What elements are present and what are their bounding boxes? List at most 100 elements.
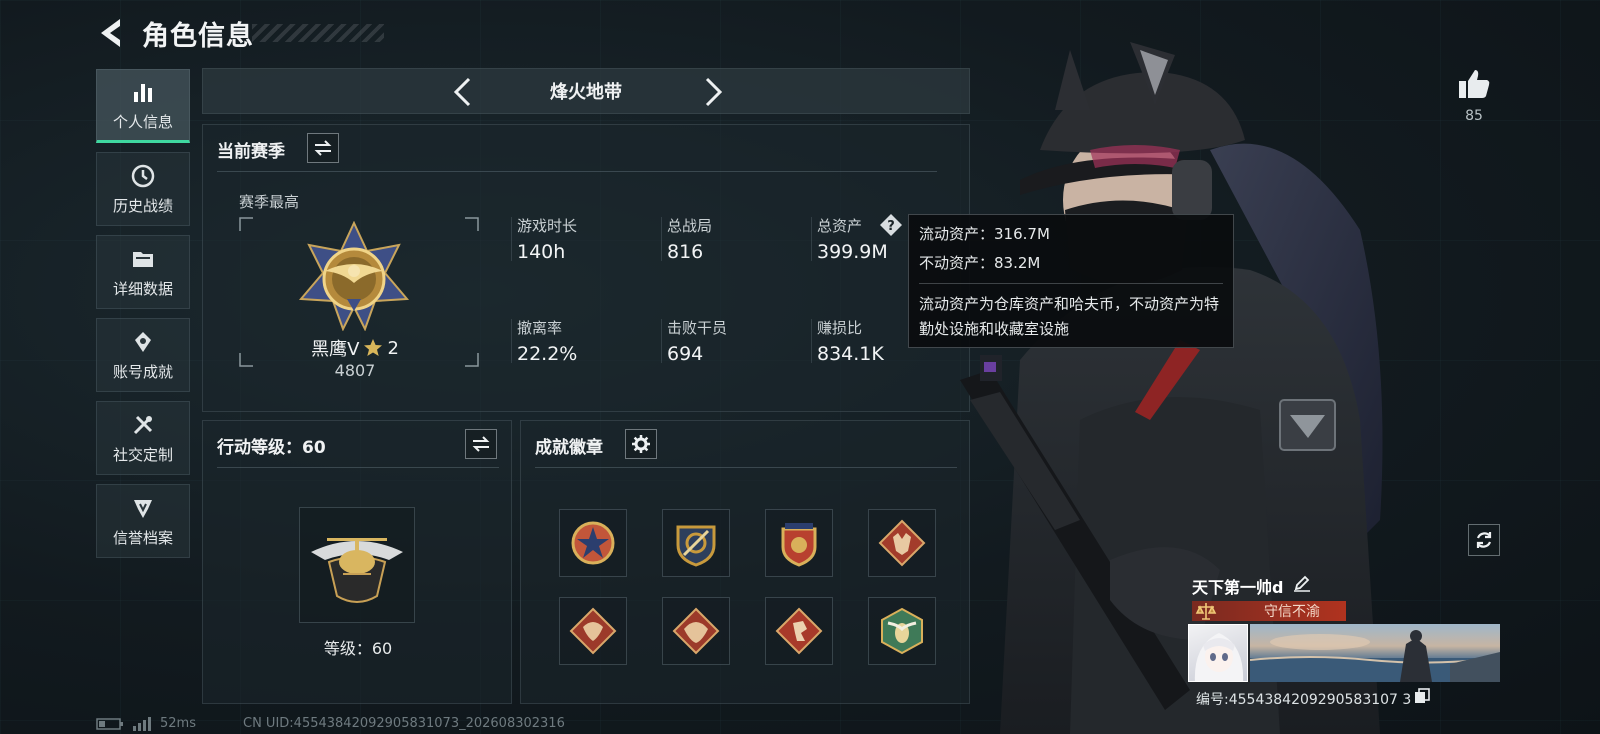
badge-slot[interactable] <box>662 509 730 577</box>
gear-icon <box>632 435 650 453</box>
folder-icon <box>133 251 153 267</box>
stat-label-extract-rate: 撤离率 <box>517 319 563 337</box>
nav-label: 社交定制 <box>112 445 173 464</box>
season-switch-button[interactable] <box>307 133 339 163</box>
nav-label: 详细数据 <box>112 279 173 298</box>
divider <box>811 319 812 363</box>
badge-slot[interactable] <box>662 597 730 665</box>
banner-seaside-image <box>1250 630 1500 682</box>
help-icon[interactable]: ? <box>879 213 903 237</box>
stat-label-playtime: 游戏时长 <box>517 217 578 235</box>
season-heading: 当前赛季 <box>217 142 285 162</box>
avatar[interactable] <box>1188 624 1248 682</box>
swap-icon <box>472 436 490 452</box>
stat-value-kills: 694 <box>667 343 704 365</box>
edit-pencil-icon[interactable] <box>1293 574 1311 592</box>
level-emblem-frame <box>299 507 415 623</box>
season-best-label: 赛季最高 <box>239 193 300 211</box>
ping-value: 52ms <box>160 716 196 731</box>
badge-slot[interactable] <box>765 509 833 577</box>
chevron-left-icon[interactable] <box>447 75 481 109</box>
title-decoration <box>252 24 384 42</box>
profile-banner <box>1250 624 1500 682</box>
cn-uid: CN UID:45543842092905831073_202608302316 <box>243 716 565 731</box>
refresh-button[interactable] <box>1468 524 1500 556</box>
badge-slot[interactable] <box>868 597 936 665</box>
chevron-right-icon[interactable] <box>695 75 729 109</box>
credit-icon <box>134 499 152 518</box>
star-icon <box>364 339 383 356</box>
badge-slot[interactable] <box>765 597 833 665</box>
target-shield-badge-icon <box>676 525 716 567</box>
dragon-badge-icon <box>569 607 617 655</box>
stat-value-assets: 399.9M <box>817 241 888 263</box>
wasp-badge-icon <box>881 607 923 655</box>
nav-item-personal-info[interactable]: 个人信息 <box>96 69 190 143</box>
stat-value-playtime: 140h <box>517 241 566 263</box>
rank-stars: 2 <box>387 337 399 359</box>
status-bar: 52ms <box>96 716 196 731</box>
nav-item-credit[interactable]: 信誉档案 <box>96 484 190 558</box>
season-panel: 当前赛季 赛季最高 黑鹰V 2 4807 游戏时长 140h 总战局 816 总… <box>202 124 970 412</box>
refresh-icon <box>1476 532 1492 548</box>
nav-item-social[interactable]: 社交定制 <box>96 401 190 475</box>
bar-chart-icon <box>134 83 152 102</box>
scale-icon <box>1195 603 1217 620</box>
divider <box>511 217 512 261</box>
nav-label: 历史战绩 <box>112 196 173 215</box>
tooltip-liquid-assets: 流动资产：316.7M <box>919 225 1050 243</box>
player-name: 天下第一帅d <box>1192 578 1284 597</box>
signal-icon <box>133 716 151 731</box>
badge-slot[interactable] <box>559 509 627 577</box>
wing-shield-badge-icon <box>781 523 817 567</box>
history-icon <box>131 164 155 187</box>
stat-value-extract-rate: 22.2% <box>517 343 578 365</box>
action-level-panel: 行动等级：60 等级：60 <box>202 420 512 704</box>
action-level-switch-button[interactable] <box>465 429 497 459</box>
back-arrow-icon[interactable] <box>96 16 126 50</box>
tooltip-fixed-assets: 不动资产：83.2M <box>919 254 1041 272</box>
nav-label: 信誉档案 <box>112 528 173 547</box>
runner-badge-icon <box>775 607 823 655</box>
nav-label: 账号成就 <box>112 362 173 381</box>
divider <box>217 171 937 172</box>
divider <box>217 467 499 468</box>
tooltip-description: 流动资产为仓库资产和哈夫币，不动资产为特勤处设施和收藏室设施 <box>919 295 1220 338</box>
mode-selector: 烽火地带 <box>202 68 970 114</box>
tools-icon <box>133 415 153 434</box>
divider <box>535 467 957 468</box>
divider <box>661 217 662 261</box>
mode-title: 烽火地带 <box>550 82 622 103</box>
page-title: 角色信息 <box>142 21 254 52</box>
stat-value-matches: 816 <box>667 241 704 263</box>
rank-name-row: 黑鹰V 2 <box>307 335 403 361</box>
player-title: 守信不渝 <box>1264 604 1320 620</box>
svg-text:?: ? <box>887 219 895 234</box>
stat-value-profit-ratio: 834.1K <box>817 343 884 365</box>
rank-medal-icon <box>298 221 410 331</box>
nav-item-achievements[interactable]: 账号成就 <box>96 318 190 392</box>
divider <box>511 319 512 363</box>
rank-name: 黑鹰V <box>311 339 360 360</box>
nav-item-detail-data[interactable]: 详细数据 <box>96 235 190 309</box>
stat-label-kills: 击败干员 <box>667 319 728 337</box>
stat-label-profit-ratio: 赚损比 <box>817 319 863 337</box>
thumbs-up-icon[interactable] <box>1456 66 1492 102</box>
nav-item-history[interactable]: 历史战绩 <box>96 152 190 226</box>
badge-slot[interactable] <box>868 509 936 577</box>
helicopter-emblem-icon <box>311 538 403 603</box>
achievement-icon <box>135 331 151 352</box>
copy-icon[interactable] <box>1414 688 1430 704</box>
divider <box>919 283 1223 284</box>
action-level-heading: 行动等级：60 <box>217 438 326 458</box>
badges-settings-button[interactable] <box>625 429 657 459</box>
swap-icon <box>314 140 332 156</box>
battery-icon <box>96 717 123 730</box>
divider <box>661 319 662 363</box>
badge-slot[interactable] <box>559 597 627 665</box>
player-uid: 编号:4554384209290583107 3 <box>1196 692 1412 708</box>
stat-label-assets: 总资产 <box>817 217 863 235</box>
avatar-anime-girl-image <box>1194 633 1244 681</box>
badges-heading: 成就徽章 <box>535 438 603 458</box>
nav-label: 个人信息 <box>112 112 173 131</box>
